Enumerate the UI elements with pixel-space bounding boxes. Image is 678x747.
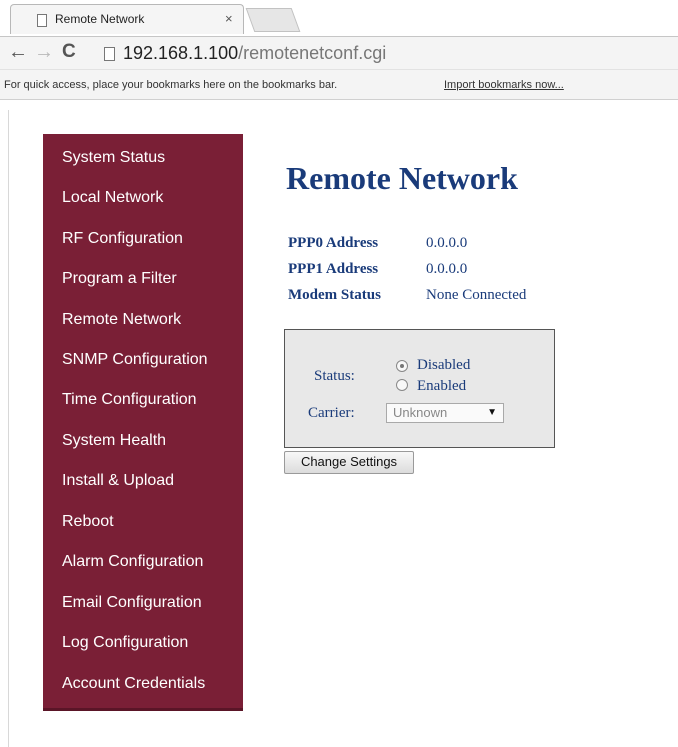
carrier-label: Carrier:	[308, 405, 355, 421]
sidebar-item-time-configuration[interactable]: Time Configuration	[62, 391, 197, 409]
sidebar-item-account-credentials[interactable]: Account Credentials	[62, 675, 205, 693]
ppp0-address-label: PPP0 Address	[288, 235, 379, 251]
modem-status-label: Modem Status	[288, 287, 381, 303]
new-tab-button[interactable]	[245, 8, 301, 32]
sidebar-item-rf-configuration[interactable]: RF Configuration	[62, 230, 183, 248]
carrier-select-value: Unknown	[393, 405, 448, 420]
bookmarks-bar: For quick access, place your bookmarks h…	[0, 70, 678, 100]
sidebar-item-system-health[interactable]: System Health	[62, 432, 166, 450]
change-settings-button[interactable]: Change Settings	[284, 451, 414, 474]
sidebar-item-snmp-configuration[interactable]: SNMP Configuration	[62, 351, 208, 369]
sidebar-item-remote-network[interactable]: Remote Network	[62, 311, 181, 329]
enabled-radio-label: Enabled	[417, 378, 467, 394]
import-bookmarks-link[interactable]: Import bookmarks now...	[444, 79, 564, 91]
sidebar-menu: System Status Local Network RF Configura…	[43, 134, 243, 711]
disabled-radio[interactable]	[396, 360, 408, 372]
url-host: 192.168.1.100	[123, 43, 239, 63]
sidebar-item-local-network[interactable]: Local Network	[62, 189, 163, 207]
sidebar-item-system-status[interactable]: System Status	[62, 149, 165, 167]
browser-toolbar: ← → C 192.168.1.100/remotenetconf.cgi	[0, 36, 678, 70]
tab-title: Remote Network	[55, 12, 145, 26]
disabled-radio-label: Disabled	[417, 357, 471, 373]
close-icon[interactable]: ×	[225, 11, 233, 26]
browser-tab[interactable]: Remote Network ×	[10, 4, 244, 34]
address-bar[interactable]: 192.168.1.100/remotenetconf.cgi	[123, 43, 386, 64]
sidebar-item-log-configuration[interactable]: Log Configuration	[62, 634, 188, 652]
enabled-radio[interactable]	[396, 379, 408, 391]
dropdown-arrow-icon: ▼	[487, 407, 497, 418]
back-arrow-icon[interactable]: ←	[8, 41, 28, 64]
page-border	[8, 110, 9, 747]
forward-arrow-icon[interactable]: →	[34, 41, 54, 64]
sidebar-item-alarm-configuration[interactable]: Alarm Configuration	[62, 553, 203, 571]
ppp0-address-value: 0.0.0.0	[426, 235, 468, 251]
reload-icon[interactable]: C	[62, 41, 76, 63]
carrier-select[interactable]: Unknown ▼	[386, 403, 504, 423]
ppp1-address-label: PPP1 Address	[288, 261, 379, 277]
browser-tabstrip: Remote Network ×	[0, 0, 678, 36]
modem-status-value: None Connected	[426, 287, 527, 303]
sidebar-item-email-configuration[interactable]: Email Configuration	[62, 594, 202, 612]
status-label: Status:	[314, 368, 355, 384]
ppp1-address-value: 0.0.0.0	[426, 261, 468, 277]
sidebar-item-install-upload[interactable]: Install & Upload	[62, 472, 174, 490]
page-icon	[104, 47, 115, 61]
page-icon	[37, 14, 47, 27]
page-title: Remote Network	[286, 160, 518, 196]
sidebar-item-program-a-filter[interactable]: Program a Filter	[62, 270, 177, 288]
url-path: /remotenetconf.cgi	[238, 43, 387, 63]
bookmarks-message: For quick access, place your bookmarks h…	[4, 79, 338, 91]
sidebar-item-reboot[interactable]: Reboot	[62, 513, 114, 531]
